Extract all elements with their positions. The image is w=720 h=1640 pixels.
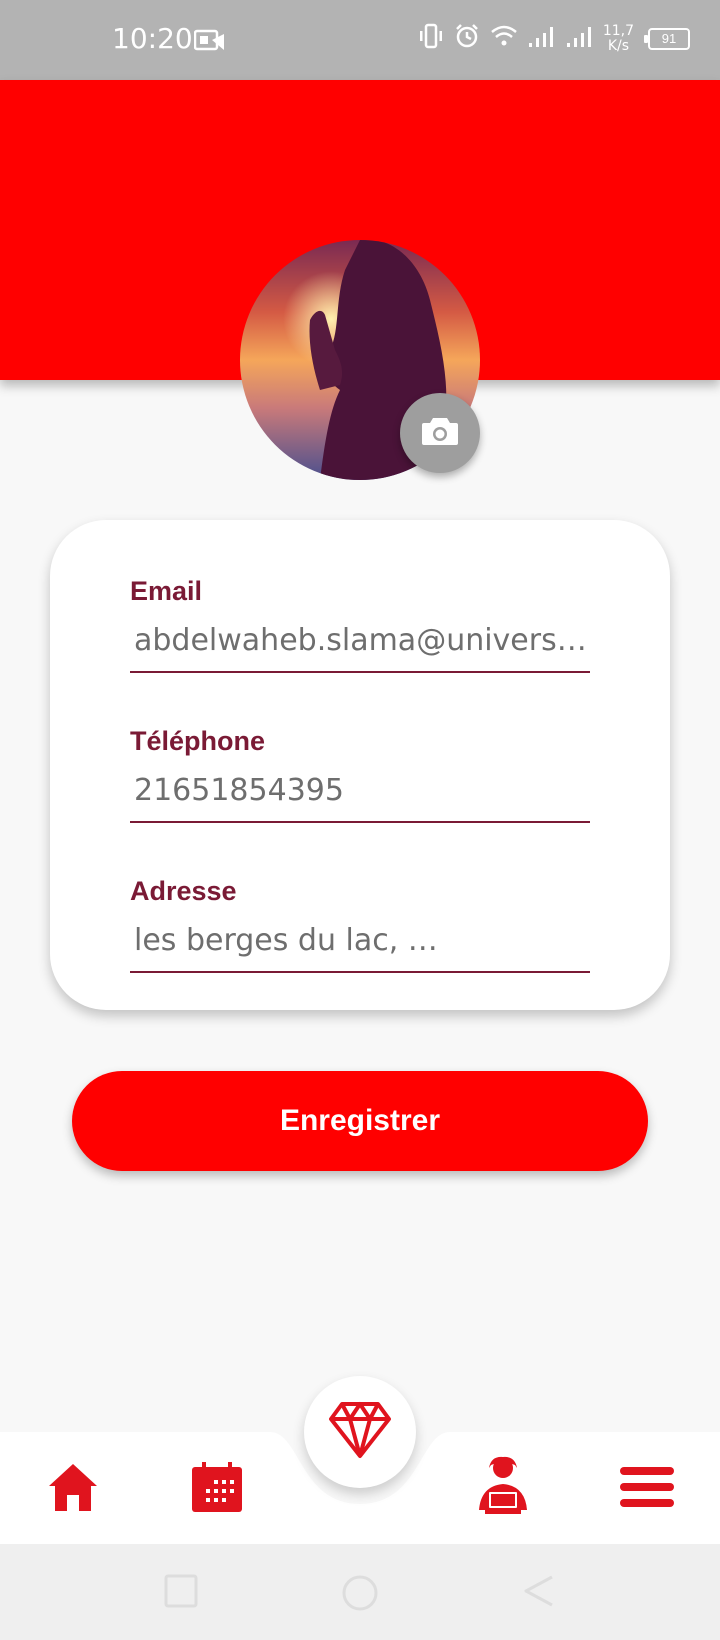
signal-icon-2	[565, 23, 595, 54]
home-icon	[47, 1461, 99, 1518]
status-bar: 10:20 11,7 K/s 91	[0, 0, 720, 80]
profile-avatar[interactable]	[240, 240, 480, 480]
nav-diamond-button[interactable]	[304, 1376, 416, 1488]
battery-icon: 91	[644, 27, 690, 50]
address-field-group: Adresse les berges du lac, …	[130, 876, 590, 973]
phone-label: Téléphone	[130, 726, 266, 756]
menu-icon	[619, 1465, 675, 1514]
battery-level: 91	[661, 31, 677, 46]
network-speed: 11,7 K/s	[602, 22, 634, 54]
vibrate-icon	[417, 22, 445, 55]
nav-profile-button[interactable]	[468, 1454, 538, 1520]
status-icons: 11,7 K/s 91	[417, 22, 690, 55]
camera-icon	[421, 415, 459, 452]
status-time: 10:20	[112, 22, 193, 55]
address-field[interactable]: les berges du lac, …	[130, 921, 590, 973]
alarm-icon	[453, 22, 481, 55]
notification-icon	[193, 28, 226, 57]
nav-home-button[interactable]	[40, 1460, 106, 1518]
phone-field[interactable]: 21651854395	[130, 771, 590, 823]
nav-menu-button[interactable]	[614, 1460, 680, 1518]
email-field-group: Email abdelwaheb.slama@universite…	[130, 576, 590, 673]
change-photo-button[interactable]	[400, 393, 480, 473]
back-button[interactable]	[522, 1574, 556, 1613]
save-button[interactable]: Enregistrer	[72, 1071, 648, 1171]
email-field[interactable]: abdelwaheb.slama@universite…	[130, 621, 590, 673]
signal-icon-1	[527, 23, 557, 54]
calendar-icon	[190, 1460, 244, 1519]
nav-calendar-button[interactable]	[184, 1460, 250, 1518]
profile-form-card: Email abdelwaheb.slama@universite… Télép…	[50, 520, 670, 1010]
user-laptop-icon	[471, 1454, 535, 1521]
system-nav-bar	[0, 1544, 720, 1640]
diamond-icon	[328, 1401, 392, 1464]
recent-apps-button[interactable]	[164, 1574, 198, 1613]
home-system-button[interactable]	[341, 1574, 379, 1617]
phone-field-group: Téléphone 21651854395	[130, 726, 590, 823]
address-label: Adresse	[130, 876, 237, 906]
wifi-icon	[489, 23, 519, 54]
email-label: Email	[130, 576, 203, 606]
